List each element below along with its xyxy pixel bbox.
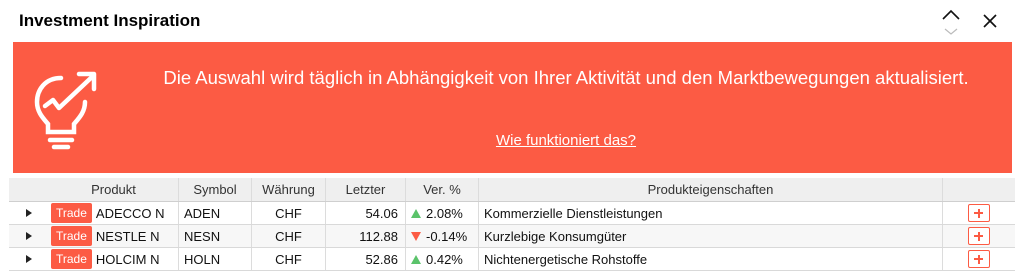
table-row: Trade NESTLE N NESN CHF 112.88 -0.14% Ku… xyxy=(9,225,1015,248)
table-header-row: Produkt Symbol Währung Letzter Ver. % Pr… xyxy=(9,178,1015,202)
change-value: 2.08% xyxy=(426,205,463,221)
properties-cell: Kommerzielle Dienstleistungen xyxy=(479,202,943,224)
table-row: Trade HOLCIM N HOLN CHF 52.86 0.42% Nich… xyxy=(9,248,1015,271)
lightbulb-growth-icon xyxy=(34,71,97,150)
close-button[interactable] xyxy=(976,6,1004,36)
expand-column-header xyxy=(9,178,49,201)
trade-button[interactable]: Trade xyxy=(51,203,92,223)
column-header-last[interactable]: Letzter xyxy=(326,178,406,201)
window-header: Investment Inspiration xyxy=(0,0,1024,40)
change-value: -0.14% xyxy=(426,228,468,244)
close-icon xyxy=(983,14,997,28)
symbol-cell: NESN xyxy=(179,225,252,247)
table-row: Trade ADECCO N ADEN CHF 54.06 2.08% Komm… xyxy=(9,202,1015,225)
column-header-product[interactable]: Produkt xyxy=(49,178,179,201)
currency-cell: CHF xyxy=(252,202,326,224)
product-name: NESTLE N xyxy=(95,228,160,244)
expand-row-icon[interactable] xyxy=(26,232,32,240)
add-button[interactable] xyxy=(968,250,990,268)
inspiration-table: Produkt Symbol Währung Letzter Ver. % Pr… xyxy=(9,178,1015,271)
product-name: ADECCO N xyxy=(95,205,165,221)
how-it-works-link[interactable]: Wie funktioniert das? xyxy=(496,132,636,149)
page-title: Investment Inspiration xyxy=(19,11,201,30)
down-arrow-icon xyxy=(411,231,421,241)
info-banner: Die Auswahl wird täglich in Abhängigkeit… xyxy=(13,42,1012,173)
trade-button[interactable]: Trade xyxy=(51,226,92,246)
trade-button[interactable]: Trade xyxy=(51,249,92,269)
last-price-cell: 112.88 xyxy=(326,225,406,247)
column-header-currency[interactable]: Währung xyxy=(252,178,326,201)
product-name: HOLCIM N xyxy=(95,251,160,267)
column-header-properties[interactable]: Produkteigenschaften xyxy=(479,178,943,201)
currency-cell: CHF xyxy=(252,248,326,270)
column-header-symbol[interactable]: Symbol xyxy=(179,178,252,201)
up-arrow-icon xyxy=(411,254,421,264)
symbol-cell: HOLN xyxy=(179,248,252,270)
add-column-header xyxy=(943,178,1015,201)
symbol-cell: ADEN xyxy=(179,202,252,224)
chevron-up-icon xyxy=(942,9,960,35)
banner-message: Die Auswahl wird täglich in Abhängigkeit… xyxy=(163,67,969,88)
last-price-cell: 54.06 xyxy=(326,202,406,224)
properties-cell: Kurzlebige Konsumgüter xyxy=(479,225,943,247)
add-button[interactable] xyxy=(968,204,990,222)
add-button[interactable] xyxy=(968,227,990,245)
column-header-change[interactable]: Ver. % xyxy=(406,178,479,201)
expand-row-icon[interactable] xyxy=(26,209,32,217)
collapse-button[interactable] xyxy=(937,6,965,36)
expand-row-icon[interactable] xyxy=(26,255,32,263)
last-price-cell: 52.86 xyxy=(326,248,406,270)
properties-cell: Nichtenergetische Rohstoffe xyxy=(479,248,943,270)
currency-cell: CHF xyxy=(252,225,326,247)
change-value: 0.42% xyxy=(426,251,463,267)
up-arrow-icon xyxy=(411,208,421,218)
